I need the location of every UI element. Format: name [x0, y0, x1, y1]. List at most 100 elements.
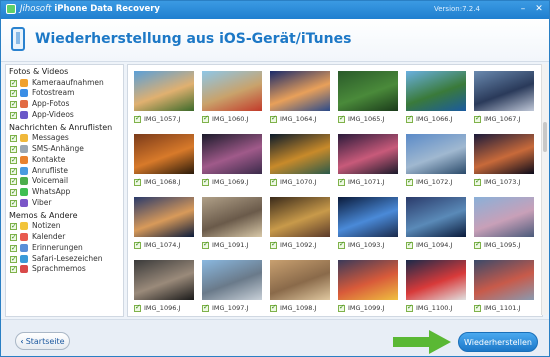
recover-button[interactable]: Wiederherstellen — [458, 332, 538, 352]
checkbox[interactable] — [406, 114, 413, 123]
sidebar-item[interactable]: Anrufliste — [6, 166, 123, 176]
photo-thumbnail[interactable] — [270, 134, 330, 174]
photo-thumbnail[interactable] — [406, 197, 466, 237]
checkbox[interactable] — [10, 155, 17, 166]
sidebar-item[interactable]: App-Fotos — [6, 99, 123, 110]
sidebar-item[interactable]: Voicemail — [6, 176, 123, 187]
photo-thumbnail[interactable] — [134, 260, 194, 300]
checkbox[interactable] — [338, 177, 345, 186]
grid-scrollbar[interactable] — [541, 64, 548, 315]
photo-item[interactable]: IMG_1071.J — [338, 134, 398, 191]
photo-item[interactable]: IMG_1066.J — [406, 71, 466, 128]
checkbox[interactable] — [406, 240, 413, 249]
checkbox[interactable] — [270, 240, 277, 249]
checkbox[interactable] — [10, 198, 17, 209]
photo-item[interactable]: IMG_1100.J — [406, 260, 466, 316]
checkbox[interactable] — [10, 176, 17, 187]
checkbox[interactable] — [10, 99, 17, 110]
photo-thumbnail[interactable] — [270, 71, 330, 111]
minimize-icon[interactable]: – — [517, 4, 529, 15]
photo-item[interactable]: IMG_1057.J — [134, 71, 194, 128]
checkbox[interactable] — [10, 166, 17, 176]
checkbox[interactable] — [270, 177, 277, 186]
checkbox[interactable] — [338, 303, 345, 312]
checkbox[interactable] — [10, 232, 17, 243]
photo-thumbnail[interactable] — [202, 134, 262, 174]
sidebar-item[interactable]: Kontakte — [6, 155, 123, 166]
checkbox[interactable] — [10, 254, 17, 264]
photo-thumbnail[interactable] — [134, 71, 194, 111]
checkbox[interactable] — [406, 303, 413, 312]
photo-thumbnail[interactable] — [202, 197, 262, 237]
photo-thumbnail[interactable] — [338, 71, 398, 111]
sidebar-item[interactable]: SMS-Anhänge — [6, 144, 123, 155]
photo-item[interactable]: IMG_1096.J — [134, 260, 194, 316]
photo-item[interactable]: IMG_1095.J — [474, 197, 534, 254]
sidebar-item[interactable]: Sprachmemos — [6, 264, 123, 275]
photo-item[interactable]: IMG_1099.J — [338, 260, 398, 316]
photo-item[interactable]: IMG_1091.J — [202, 197, 262, 254]
photo-thumbnail[interactable] — [474, 71, 534, 111]
photo-item[interactable]: IMG_1065.J — [338, 71, 398, 128]
photo-thumbnail[interactable] — [270, 197, 330, 237]
checkbox[interactable] — [10, 78, 17, 88]
close-icon[interactable]: ✕ — [533, 4, 545, 15]
checkbox[interactable] — [474, 303, 481, 312]
checkbox[interactable] — [474, 240, 481, 249]
sidebar-item[interactable]: Kameraaufnahmen — [6, 78, 123, 88]
photo-thumbnail[interactable] — [474, 197, 534, 237]
photo-item[interactable]: IMG_1092.J — [270, 197, 330, 254]
sidebar-item[interactable]: WhatsApp — [6, 187, 123, 198]
photo-thumbnail[interactable] — [338, 260, 398, 300]
checkbox[interactable] — [338, 114, 345, 123]
checkbox[interactable] — [474, 114, 481, 123]
photo-thumbnail[interactable] — [202, 71, 262, 111]
photo-item[interactable]: IMG_1064.J — [270, 71, 330, 128]
checkbox[interactable] — [406, 177, 413, 186]
sidebar-item[interactable]: Viber — [6, 198, 123, 209]
photo-item[interactable]: IMG_1070.J — [270, 134, 330, 191]
sidebar-item[interactable]: Messages — [6, 133, 123, 144]
checkbox[interactable] — [10, 133, 17, 144]
sidebar-item[interactable]: Fotostream — [6, 88, 123, 99]
checkbox[interactable] — [10, 187, 17, 198]
photo-item[interactable]: IMG_1072.J — [406, 134, 466, 191]
sidebar-item[interactable]: Erinnerungen — [6, 243, 123, 254]
photo-item[interactable]: IMG_1101.J — [474, 260, 534, 316]
checkbox[interactable] — [338, 240, 345, 249]
checkbox[interactable] — [134, 240, 141, 249]
checkbox[interactable] — [10, 88, 17, 99]
sidebar-item[interactable]: Kalender — [6, 232, 123, 243]
sidebar-item[interactable]: Safari-Lesezeichen — [6, 254, 123, 264]
checkbox[interactable] — [202, 177, 209, 186]
photo-thumbnail[interactable] — [474, 260, 534, 300]
photo-thumbnail[interactable] — [270, 260, 330, 300]
photo-thumbnail[interactable] — [134, 197, 194, 237]
checkbox[interactable] — [134, 303, 141, 312]
photo-thumbnail[interactable] — [406, 260, 466, 300]
checkbox[interactable] — [10, 110, 17, 121]
checkbox[interactable] — [202, 303, 209, 312]
photo-thumbnail[interactable] — [338, 134, 398, 174]
checkbox[interactable] — [134, 114, 141, 123]
checkbox[interactable] — [10, 144, 17, 155]
checkbox[interactable] — [474, 177, 481, 186]
checkbox[interactable] — [202, 114, 209, 123]
photo-thumbnail[interactable] — [406, 134, 466, 174]
photo-thumbnail[interactable] — [134, 134, 194, 174]
checkbox[interactable] — [270, 114, 277, 123]
photo-item[interactable]: IMG_1094.J — [406, 197, 466, 254]
checkbox[interactable] — [202, 240, 209, 249]
photo-item[interactable]: IMG_1060.J — [202, 71, 262, 128]
photo-item[interactable]: IMG_1093.J — [338, 197, 398, 254]
photo-thumbnail[interactable] — [474, 134, 534, 174]
photo-thumbnail[interactable] — [338, 197, 398, 237]
photo-thumbnail[interactable] — [202, 260, 262, 300]
checkbox[interactable] — [10, 243, 17, 254]
photo-item[interactable]: IMG_1067.J — [474, 71, 534, 128]
checkbox[interactable] — [10, 264, 17, 275]
sidebar-item[interactable]: Notizen — [6, 221, 123, 232]
photo-item[interactable]: IMG_1068.J — [134, 134, 194, 191]
photo-item[interactable]: IMG_1097.J — [202, 260, 262, 316]
photo-item[interactable]: IMG_1074.J — [134, 197, 194, 254]
